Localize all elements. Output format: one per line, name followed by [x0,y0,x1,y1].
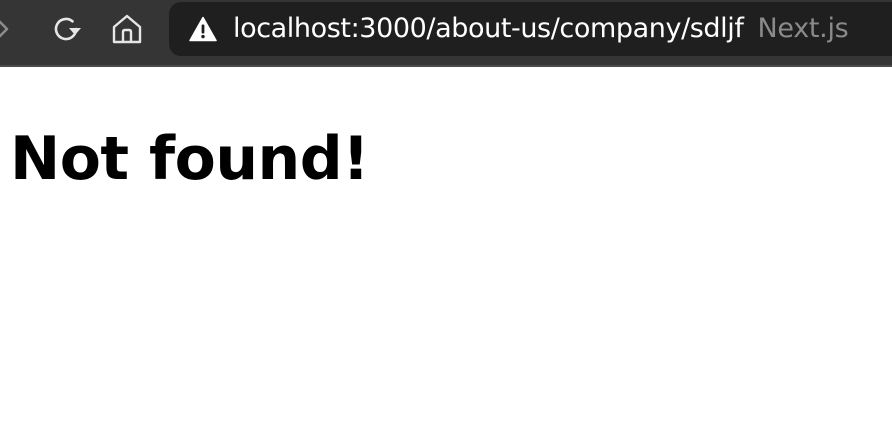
chevron-right-icon [0,14,12,44]
home-icon [109,11,145,47]
page-title-text: Next.js [757,13,849,44]
forward-button[interactable] [0,9,20,49]
reload-button[interactable] [48,9,84,49]
warning-icon[interactable] [189,16,217,42]
url-text[interactable]: localhost:3000/about-us/company/sdljf [233,2,744,56]
address-bar[interactable]: localhost:3000/about-us/company/sdljf Ne… [169,2,892,56]
page-heading: Not found! [10,124,370,194]
home-button[interactable] [109,9,145,49]
reload-icon [48,11,84,47]
page-content: Not found! [0,69,892,444]
browser-toolbar: localhost:3000/about-us/company/sdljf Ne… [0,0,892,67]
